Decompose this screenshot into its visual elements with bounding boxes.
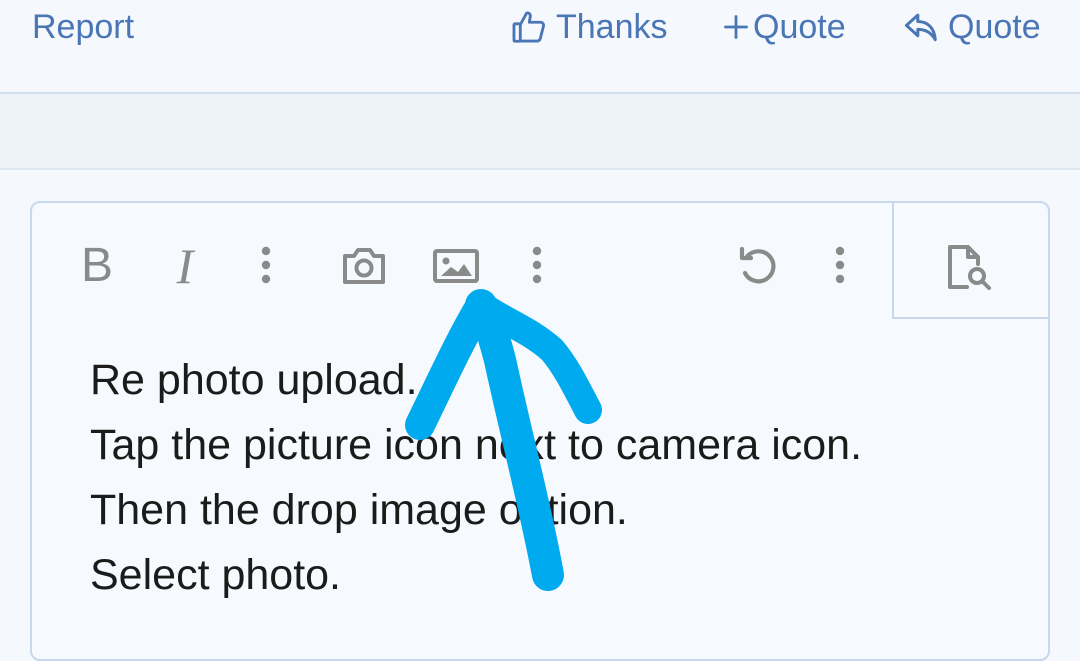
insert-image-button[interactable] bbox=[428, 240, 484, 292]
image-icon bbox=[431, 246, 481, 286]
report-label: Report bbox=[32, 8, 135, 46]
divider-band bbox=[0, 92, 1080, 170]
reply-arrow-icon bbox=[902, 8, 940, 46]
italic-button[interactable]: I bbox=[160, 240, 210, 292]
text-options-menu-button[interactable] bbox=[250, 242, 282, 288]
preview-button[interactable] bbox=[940, 240, 1000, 294]
post-actions-bar: Report Thanks Quote Quote bbox=[0, 0, 1080, 92]
camera-icon bbox=[340, 245, 388, 287]
vertical-dots-icon bbox=[834, 245, 846, 285]
vertical-dots-icon bbox=[260, 245, 272, 285]
quote-button[interactable]: Quote bbox=[902, 5, 1041, 49]
undo-button[interactable] bbox=[732, 238, 786, 292]
editor-line: Select photo. bbox=[90, 551, 342, 599]
thumbs-up-icon bbox=[510, 8, 548, 46]
report-link[interactable]: Report bbox=[32, 5, 134, 49]
vertical-dots-icon bbox=[531, 245, 543, 285]
more-options-menu-button[interactable] bbox=[824, 242, 856, 288]
document-search-icon bbox=[942, 242, 998, 292]
multi-quote-label: Quote bbox=[753, 8, 846, 46]
editor-text[interactable]: Re photo upload. Tap the picture icon ne… bbox=[90, 348, 862, 608]
bold-button[interactable]: B bbox=[72, 240, 122, 292]
editor-line: Then the drop image option. bbox=[90, 486, 628, 534]
plus-icon bbox=[722, 13, 750, 41]
thanks-label: Thanks bbox=[556, 8, 668, 46]
insert-options-menu-button[interactable] bbox=[521, 242, 553, 288]
editor-line: Tap the picture icon next to camera icon… bbox=[90, 421, 863, 469]
bold-icon: B bbox=[80, 239, 113, 292]
undo-icon bbox=[735, 241, 783, 289]
thanks-button[interactable]: Thanks bbox=[510, 5, 668, 49]
camera-button[interactable] bbox=[336, 240, 392, 292]
italic-icon: I bbox=[176, 238, 194, 294]
editor-line: Re photo upload. bbox=[90, 356, 418, 404]
multi-quote-button[interactable]: Quote bbox=[722, 5, 846, 49]
quote-label: Quote bbox=[948, 8, 1041, 46]
